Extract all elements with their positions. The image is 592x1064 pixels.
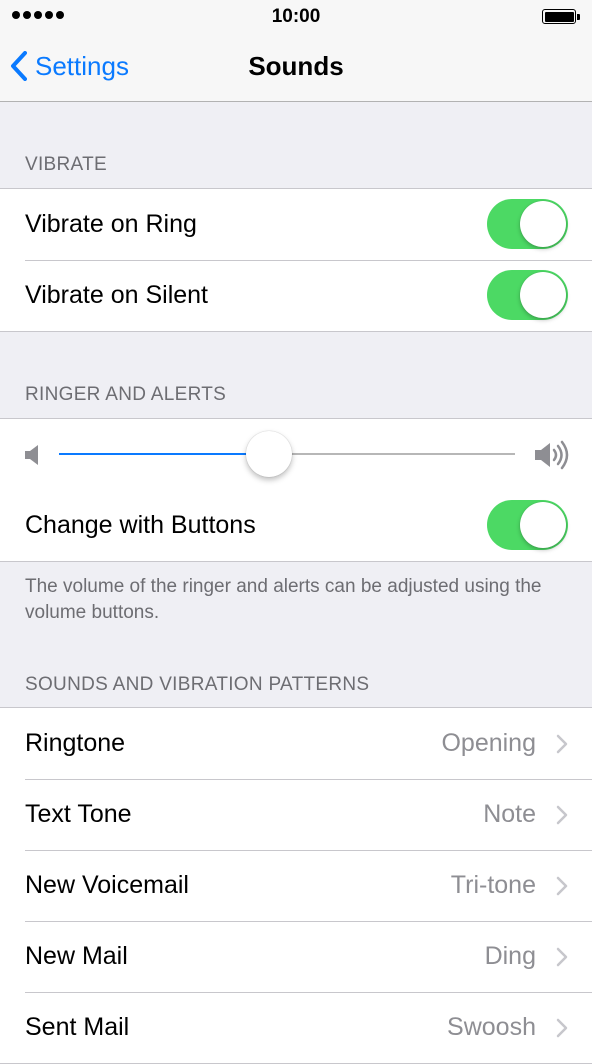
toggle-knob bbox=[520, 201, 566, 247]
volume-low-icon bbox=[25, 445, 38, 465]
row-label: New Voicemail bbox=[25, 871, 189, 899]
vibrate-on-silent-toggle[interactable] bbox=[487, 270, 568, 320]
volume-slider-row bbox=[0, 419, 592, 490]
row-label: Sent Mail bbox=[25, 1013, 130, 1041]
section-header-ringer: RINGER AND ALERTS bbox=[25, 384, 227, 405]
vibrate-on-ring-toggle[interactable] bbox=[487, 199, 568, 249]
row-value: Ding bbox=[484, 942, 536, 970]
text-tone-row[interactable]: Text Tone Note bbox=[0, 779, 592, 850]
row-label: Ringtone bbox=[25, 729, 126, 757]
new-mail-row[interactable]: New Mail Ding bbox=[0, 921, 592, 992]
chevron-right-icon bbox=[556, 876, 568, 896]
vibrate-group: Vibrate on Ring Vibrate on Silent bbox=[0, 188, 592, 332]
ringer-group: Change with Buttons bbox=[0, 418, 592, 562]
row-label: Change with Buttons bbox=[25, 511, 256, 539]
row-label: Text Tone bbox=[25, 800, 132, 828]
chevron-right-icon bbox=[556, 1018, 568, 1038]
chevron-right-icon bbox=[556, 734, 568, 754]
status-bar: 10:00 bbox=[0, 0, 592, 36]
navigation-bar: Settings Sounds bbox=[0, 36, 592, 102]
sent-mail-row[interactable]: Sent Mail Swoosh bbox=[0, 992, 592, 1063]
section-header-vibrate: VIBRATE bbox=[25, 154, 107, 175]
row-label: New Mail bbox=[25, 942, 128, 970]
chevron-right-icon bbox=[556, 947, 568, 967]
toggle-knob bbox=[520, 272, 566, 318]
toggle-knob bbox=[520, 502, 566, 548]
row-value: Swoosh bbox=[447, 1013, 536, 1041]
row-value: Tri-tone bbox=[450, 871, 536, 899]
status-time: 10:00 bbox=[271, 6, 321, 27]
change-with-buttons-toggle[interactable] bbox=[487, 500, 568, 550]
patterns-group: Ringtone Opening Text Tone Note New Voic… bbox=[0, 707, 592, 1064]
ringer-footnote: The volume of the ringer and alerts can … bbox=[25, 576, 542, 623]
chevron-right-icon bbox=[556, 805, 568, 825]
vibrate-on-silent-row: Vibrate on Silent bbox=[0, 260, 592, 331]
volume-high-icon bbox=[535, 440, 569, 470]
row-value: Opening bbox=[441, 729, 536, 757]
row-label: Vibrate on Ring bbox=[25, 210, 197, 238]
row-label: Vibrate on Silent bbox=[25, 281, 208, 309]
ringtone-row[interactable]: Ringtone Opening bbox=[0, 708, 592, 779]
volume-slider-thumb[interactable] bbox=[245, 431, 292, 477]
section-header-patterns: SOUNDS AND VIBRATION PATTERNS bbox=[25, 674, 370, 695]
vibrate-on-ring-row: Vibrate on Ring bbox=[0, 189, 592, 260]
volume-slider-fill bbox=[59, 453, 269, 455]
change-with-buttons-row: Change with Buttons bbox=[0, 490, 592, 561]
row-value: Note bbox=[483, 800, 536, 828]
new-voicemail-row[interactable]: New Voicemail Tri-tone bbox=[0, 850, 592, 921]
page-title: Sounds bbox=[248, 51, 344, 81]
battery-icon bbox=[542, 9, 580, 24]
